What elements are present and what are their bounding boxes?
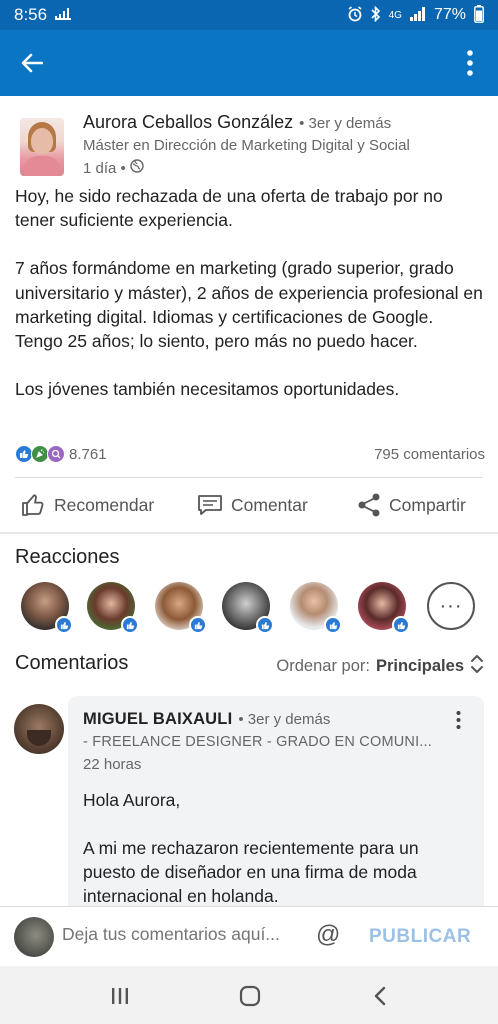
reactor-avatar[interactable] [21,582,73,634]
commenter-row: MIGUEL BAIXAULI • 3er y demás [83,710,330,729]
author-name[interactable]: Aurora Ceballos González [83,112,293,133]
cell-signal-icon [409,6,426,24]
sort-label: Ordenar por: [276,657,370,675]
bluetooth-icon [371,5,381,25]
sort-value: Principales [375,657,464,675]
like-button[interactable]: Recomendar [20,492,154,518]
reactor-avatar[interactable] [155,582,207,634]
sort-selector[interactable]: Ordenar por: Principales [276,654,484,679]
like-badge-icon [256,616,274,634]
post-time: 1 día • [83,159,126,177]
reactor-avatar[interactable] [290,582,342,634]
social-counts: 8.761 795 comentarios [15,443,485,465]
system-nav-bar [0,966,498,1024]
author-degree: • 3er y demás [299,115,392,132]
comment-button[interactable]: Comentar [197,493,308,517]
reaction-icons[interactable] [15,445,65,463]
post-body: Hoy, he sido rechazada de una oferta de … [15,184,485,401]
reactors-list: ··· [0,582,498,634]
battery-icon [474,4,484,26]
back-nav-icon[interactable] [366,982,394,1010]
reactions-title: Reacciones [15,546,120,568]
comment-icon [197,493,223,517]
like-badge-icon [324,616,342,634]
mention-icon[interactable]: @ [316,921,340,949]
publish-button[interactable]: PUBLICAR [369,926,471,948]
commenter-headline: - FREELANCE DESIGNER - GRADO EN COMUNI..… [83,734,432,750]
author-name-row: Aurora Ceballos González • 3er y demás [83,112,391,133]
post-time-row: 1 día • [83,159,144,177]
reactor-avatar[interactable] [358,582,410,634]
recent-apps-icon[interactable] [106,982,134,1010]
like-badge-icon [121,616,139,634]
chevron-updown-icon [470,654,484,679]
comment-text: Hola Aurora, A mi me rechazaron reciente… [83,788,473,908]
reactor-avatar[interactable] [222,582,274,634]
thumbs-up-icon [20,492,46,518]
post-paragraph: Hoy, he sido rechazada de una oferta de … [15,186,443,231]
globe-icon [130,159,144,177]
share-icon [357,492,381,518]
post-paragraph: Los jóvenes también necesitamos oportuni… [15,379,400,400]
more-vertical-icon[interactable] [460,47,480,79]
share-label: Compartir [389,494,466,515]
commenter-degree: • 3er y demás [238,711,331,728]
signal-activity-icon [55,7,73,23]
comments-count[interactable]: 795 comentarios [374,446,485,463]
status-time: 8:56 [14,5,48,24]
network-type: 4G [388,9,402,21]
status-icons: 4G 77% [347,4,484,26]
comment-more-icon[interactable] [456,710,466,732]
post-header: Aurora Ceballos González • 3er y demás M… [0,108,498,180]
comment-composer: @ PUBLICAR [0,906,498,966]
post-paragraph: 7 años formándome en marketing (grado su… [15,258,483,352]
arrow-left-icon[interactable] [18,49,46,77]
divider [15,477,483,478]
user-avatar [14,917,54,957]
alarm-icon [347,5,363,25]
more-reactors-button[interactable]: ··· [427,582,475,630]
comments-title: Comentarios [15,652,129,674]
like-label: Recomendar [54,494,155,515]
reactor-avatar[interactable] [87,582,139,634]
comment-greeting: Hola Aurora, [83,790,181,810]
comment-label: Comentar [231,494,308,515]
author-avatar[interactable] [20,118,64,176]
comment-input[interactable] [62,924,302,945]
like-badge-icon [55,616,73,634]
like-badge-icon [189,616,207,634]
comment-item: MIGUEL BAIXAULI • 3er y demás - FREELANC… [68,696,484,910]
comment-time: 22 horas [83,756,142,773]
commenter-name[interactable]: MIGUEL BAIXAULI [83,710,232,729]
app-bar [0,30,498,96]
home-icon[interactable] [236,982,264,1010]
commenter-avatar[interactable] [14,704,64,754]
author-headline: Máster en Dirección de Marketing Digital… [83,137,410,154]
battery-percent: 77% [433,6,466,23]
comment-body: A mi me rechazaron recientemente para un… [83,838,419,906]
status-bar: 8:56 4G 77% [0,0,498,30]
section-divider [0,532,498,534]
curious-reaction-icon [47,445,65,463]
like-badge-icon [392,616,410,634]
reaction-count[interactable]: 8.761 [69,446,107,463]
action-bar: Recomendar Comentar Compartir [0,480,498,530]
share-button[interactable]: Compartir [357,492,466,518]
